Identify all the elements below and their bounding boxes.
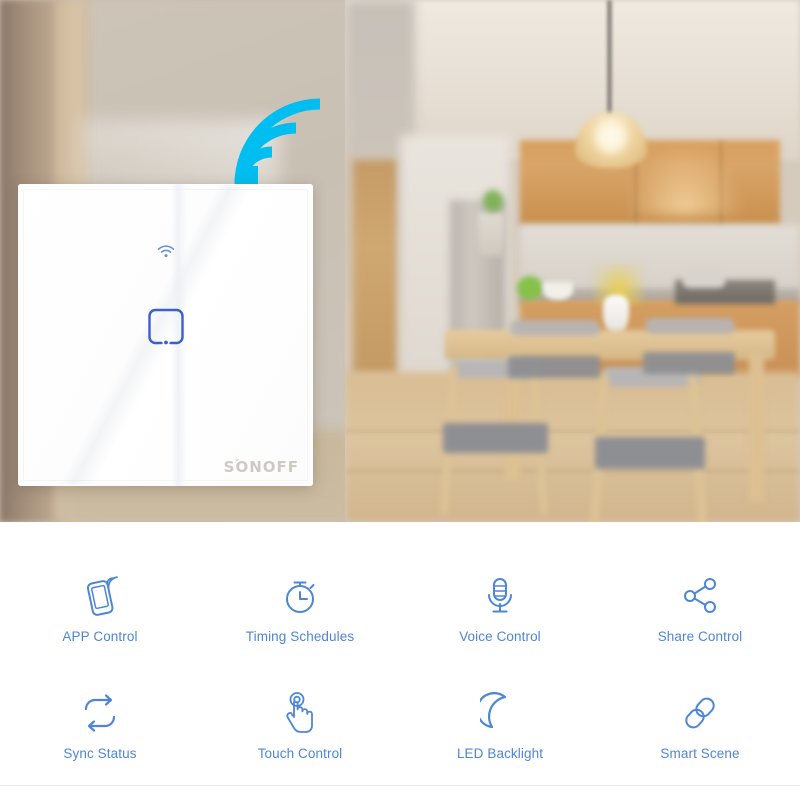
- crescent-moon-icon: [477, 690, 523, 736]
- feature-label: Smart Scene: [660, 746, 740, 761]
- feature-label: Share Control: [657, 629, 743, 644]
- feature-voice-control[interactable]: Voice Control: [400, 573, 600, 644]
- chair-seat: [643, 352, 735, 374]
- floor-plank-line: [345, 430, 800, 432]
- feature-label: LED Backlight: [456, 746, 544, 761]
- hero-kitchen-scene: [345, 0, 800, 522]
- microphone-icon: [477, 573, 523, 619]
- pendant-lamp-rod: [607, 0, 612, 118]
- feature-touch-control[interactable]: Touch Control: [200, 690, 400, 761]
- chair-back: [510, 320, 600, 336]
- bottom-divider: [0, 785, 800, 786]
- green-decor-ring: [517, 276, 543, 300]
- chair-seat: [595, 437, 705, 469]
- phone-signal-icon: [77, 573, 123, 619]
- touch-button-square-icon[interactable]: [147, 308, 184, 345]
- cooking-pot: [683, 268, 725, 288]
- touch-hand-icon: [277, 690, 323, 736]
- wifi-indicator-icon: [157, 244, 175, 258]
- white-bowl: [543, 282, 573, 300]
- feature-label: Timing Schedules: [245, 629, 355, 644]
- stopwatch-icon: [277, 573, 323, 619]
- feature-timing-schedules[interactable]: Timing Schedules: [200, 573, 400, 644]
- potted-plant: [483, 190, 503, 212]
- feature-led-backlight[interactable]: LED Backlight: [400, 690, 600, 761]
- feature-smart-scene[interactable]: Smart Scene: [600, 690, 800, 761]
- feature-sync-status[interactable]: Sync Status: [0, 690, 200, 761]
- plant-pot: [478, 212, 504, 256]
- floor-plank-line: [345, 470, 800, 472]
- feature-label: Voice Control: [459, 629, 541, 644]
- dining-chair-back-row: [635, 308, 745, 428]
- sonoff-brand-logo: ⌄ SONOFF: [224, 454, 299, 476]
- chain-link-icon: [677, 690, 723, 736]
- chair-back: [645, 318, 735, 334]
- sync-arrows-icon: [77, 690, 123, 736]
- share-nodes-icon: [677, 573, 723, 619]
- logo-signal-dot: ⌄: [233, 454, 242, 463]
- pendant-lamp-bulb: [595, 120, 627, 154]
- wifi-broadcast-icon: [232, 96, 328, 192]
- table-leg: [749, 352, 764, 502]
- product-page: ⌄ SONOFF APP Control Timing Schedules Vo…: [0, 0, 800, 800]
- wooden-door: [353, 160, 398, 375]
- chair-seat: [508, 356, 600, 378]
- feature-label: APP Control: [62, 629, 138, 644]
- feature-label: Sync Status: [63, 746, 137, 761]
- feature-share-control[interactable]: Share Control: [600, 573, 800, 644]
- hero-photo: ⌄ SONOFF: [0, 0, 800, 522]
- sonoff-wall-switch-panel[interactable]: ⌄ SONOFF: [18, 184, 313, 486]
- feature-app-control[interactable]: APP Control: [0, 573, 200, 644]
- dining-chair-back-row: [500, 310, 610, 430]
- feature-grid: APP Control Timing Schedules Voice Contr…: [0, 522, 800, 784]
- feature-label: Touch Control: [257, 746, 343, 761]
